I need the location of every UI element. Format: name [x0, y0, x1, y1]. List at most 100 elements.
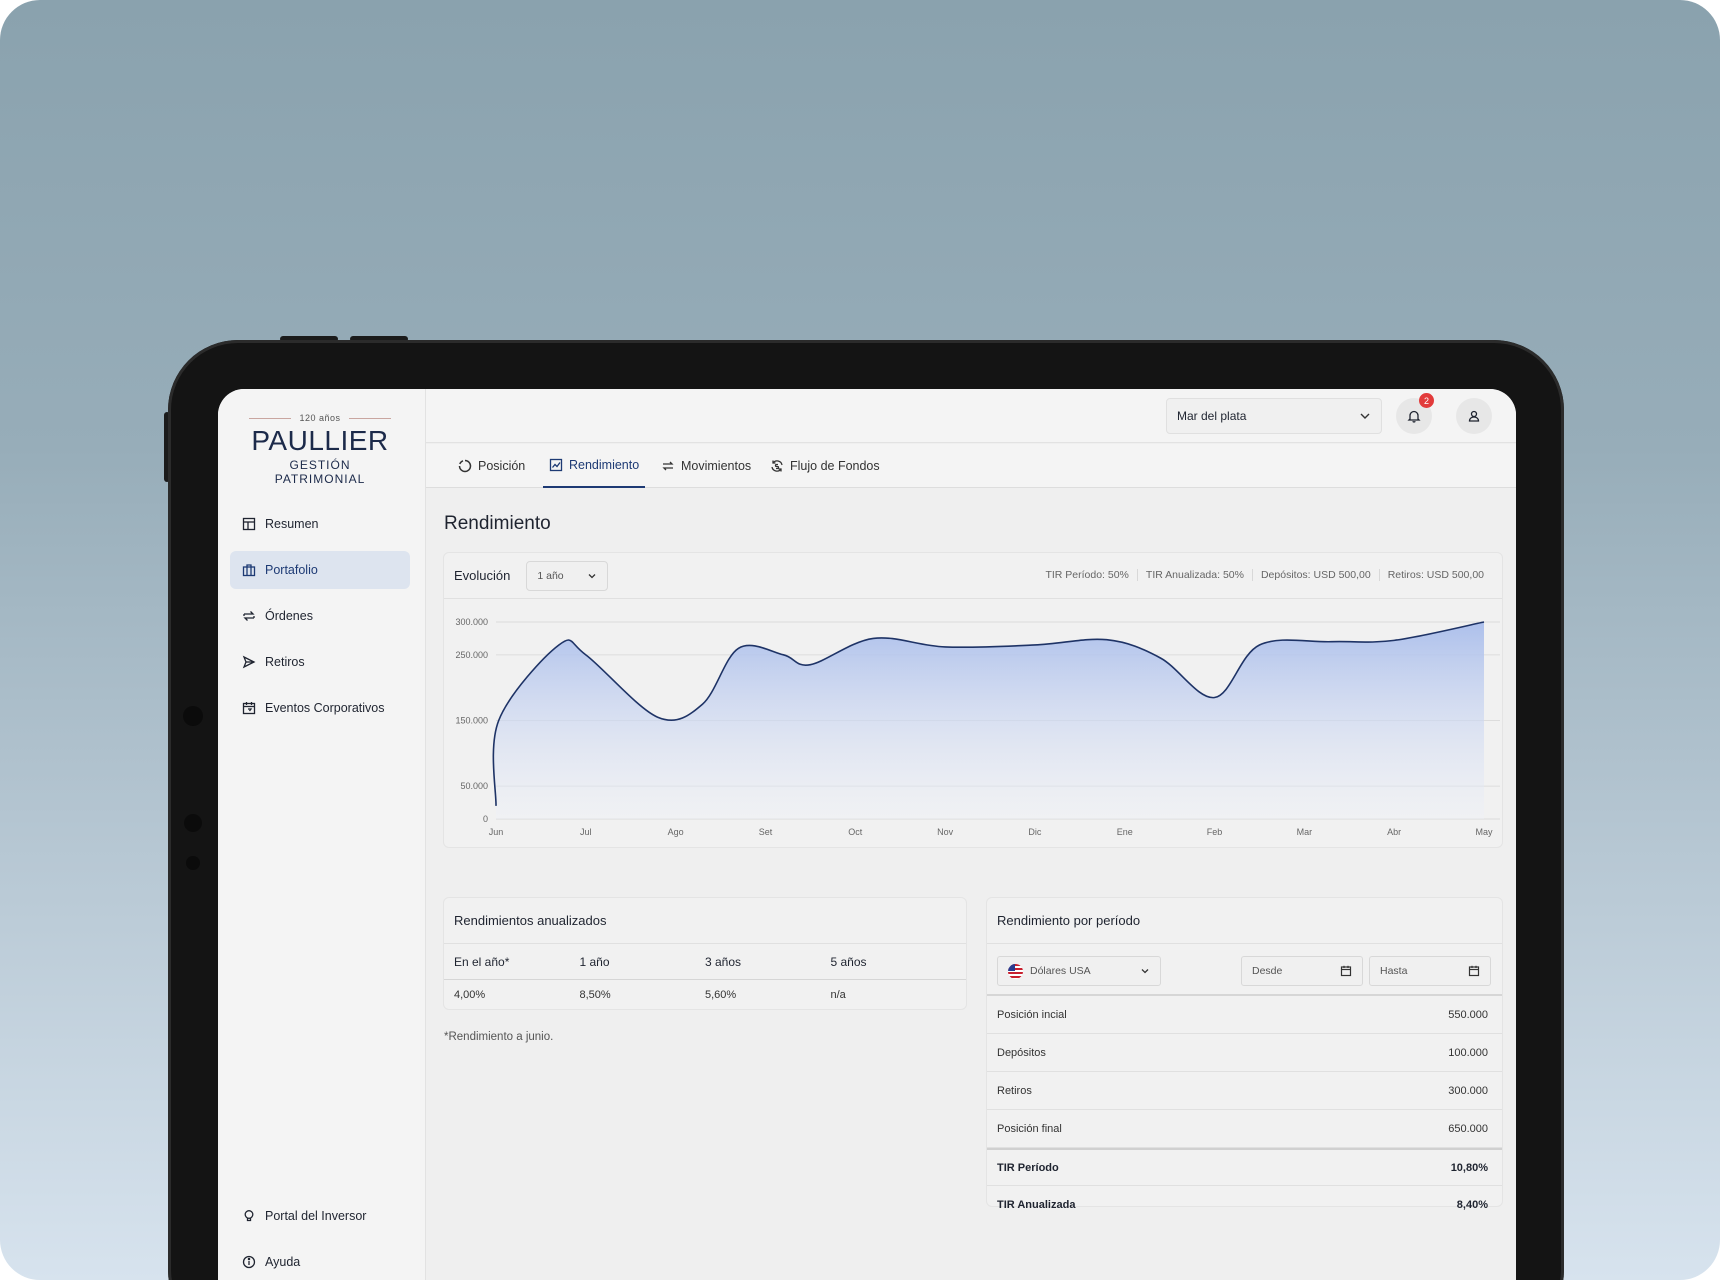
sidebar-item-eventos-corporativos[interactable]: Eventos Corporativos	[230, 689, 410, 727]
period-select[interactable]: 1 año	[526, 560, 609, 591]
tab-label: Flujo de Fondos	[790, 459, 880, 473]
period-select-value: 1 año	[537, 569, 564, 582]
column-header: 3 años	[705, 954, 742, 969]
annual-returns-header-row: En el año* 1 año 3 años 5 años	[444, 944, 966, 980]
evolution-card: Evolución 1 año TIR Período: 50% TIR Anu…	[443, 552, 1503, 848]
from-date-placeholder: Desde	[1252, 965, 1283, 977]
annual-returns-card: Rendimientos anualizados En el año* 1 añ…	[443, 897, 967, 1010]
table-row: Depósitos 100.000	[987, 1034, 1502, 1072]
refresh-dollar-icon	[771, 460, 783, 472]
sidebar-item-portal-inversor[interactable]: Portal del Inversor	[230, 1197, 410, 1235]
send-icon	[242, 655, 256, 669]
to-date-input[interactable]: Hasta	[1369, 956, 1491, 986]
table-row: 4,00% 8,50% 5,60% n/a	[444, 980, 966, 1010]
row-value: 550.000	[1448, 1008, 1488, 1021]
sidebar-item-label: Retiros	[265, 655, 305, 669]
tab-label: Movimientos	[681, 459, 752, 473]
tab-flujo-de-fondos[interactable]: Flujo de Fondos	[770, 444, 880, 488]
sidebar-item-resumen[interactable]: Resumen	[230, 505, 410, 543]
tab-label: Rendimiento	[569, 458, 640, 472]
row-value: 650.000	[1448, 1122, 1488, 1135]
notification-badge: 2	[1419, 393, 1434, 408]
brand-years: 120 años	[299, 413, 341, 423]
chevron-down-icon	[1141, 969, 1149, 974]
row-label: Retiros	[997, 1084, 1032, 1097]
table-cell: n/a	[830, 989, 846, 1001]
page-title: Rendimiento	[444, 513, 551, 534]
tab-movimientos[interactable]: Movimientos	[661, 444, 751, 488]
stat-tir-periodo: TIR Período: 50%	[1045, 569, 1129, 581]
sidebar-item-ordenes[interactable]: Órdenes	[230, 597, 410, 635]
section-tabs: Posición Rendimiento Movimientos Flujo d…	[426, 444, 1516, 488]
branch-select-value: Mar del plata	[1177, 409, 1247, 423]
evolution-title: Evolución	[454, 568, 511, 583]
app-screen: 120 años PAULLIER GESTIÓN PATRIMONIAL Re…	[218, 389, 1516, 1280]
row-value: 100.000	[1448, 1046, 1488, 1059]
chevron-down-icon	[1360, 413, 1370, 419]
top-bar: Mar del plata 2	[426, 389, 1516, 443]
chevron-down-icon	[588, 573, 596, 578]
to-date-placeholder: Hasta	[1380, 965, 1408, 977]
row-value: 10,80%	[1450, 1161, 1488, 1174]
row-label: Posición incial	[997, 1008, 1067, 1021]
y-tick-label: 150.000	[455, 716, 488, 726]
x-tick-label: Nov	[937, 827, 954, 837]
column-header: 5 años	[830, 954, 867, 969]
y-tick-label: 300.000	[455, 617, 488, 627]
currency-select[interactable]: Dólares USA	[997, 956, 1161, 986]
period-performance-title: Rendimiento por período	[997, 913, 1141, 928]
camera-dot	[184, 814, 202, 832]
user-menu-button[interactable]	[1456, 398, 1492, 434]
calendar-icon	[242, 702, 256, 715]
row-label: TIR Anualizada	[997, 1199, 1076, 1211]
tab-rendimiento[interactable]: Rendimiento	[543, 444, 646, 488]
notifications-button[interactable]: 2	[1396, 393, 1434, 434]
x-tick-label: Feb	[1207, 827, 1223, 837]
arrows-icon	[662, 461, 674, 471]
row-value: 8,40%	[1456, 1199, 1488, 1211]
calendar-icon	[1468, 965, 1480, 977]
branch-select[interactable]: Mar del plata	[1166, 398, 1382, 434]
evolution-card-header: Evolución 1 año TIR Período: 50% TIR Anu…	[444, 553, 1502, 599]
table-row: Posición final 650.000	[987, 1110, 1502, 1148]
x-tick-label: Set	[759, 827, 773, 837]
sidebar-item-label: Eventos Corporativos	[265, 701, 385, 715]
annual-returns-note: *Rendimiento a junio.	[444, 1031, 554, 1043]
briefcase-icon	[242, 564, 256, 577]
stat-depositos: Depósitos: USD 500,00	[1251, 569, 1379, 581]
column-header: 1 año	[579, 954, 610, 969]
y-tick-label: 0	[483, 814, 488, 824]
x-tick-label: Abr	[1387, 827, 1401, 837]
sidebar-item-label: Portafolio	[265, 563, 318, 577]
table-row: Posición incial 550.000	[987, 996, 1502, 1034]
x-tick-label: May	[1475, 827, 1493, 837]
lightbulb-icon	[244, 1210, 254, 1222]
x-tick-label: Jul	[580, 827, 592, 837]
us-flag-icon	[1008, 963, 1023, 979]
donut-icon	[458, 459, 472, 473]
sidebar-item-ayuda[interactable]: Ayuda	[230, 1243, 410, 1280]
y-tick-label: 50.000	[460, 781, 488, 791]
annual-returns-title: Rendimientos anualizados	[454, 913, 607, 928]
sidebar-item-label: Resumen	[265, 517, 319, 531]
sidebar-bottom-nav: Portal del Inversor Ayuda	[230, 1197, 410, 1280]
x-tick-label: Dic	[1028, 827, 1041, 837]
from-date-input[interactable]: Desde	[1241, 956, 1363, 986]
chart-icon	[549, 458, 563, 472]
row-value: 300.000	[1448, 1084, 1488, 1097]
x-tick-label: Jun	[489, 827, 504, 837]
column-header: En el año*	[454, 954, 510, 969]
x-tick-label: Ago	[668, 827, 684, 837]
sidebar-item-retiros[interactable]: Retiros	[230, 643, 410, 681]
table-cell: 4,00%	[454, 989, 486, 1001]
evolution-chart: 300.000 250.000 150.000 50.000 0Jun Jul Ago Set…	[455, 617, 1500, 837]
period-filters: Dólares USA Desde Hasta	[987, 944, 1502, 996]
brand-subtitle: GESTIÓN PATRIMONIAL	[274, 458, 366, 486]
row-label: TIR Período	[997, 1161, 1059, 1174]
series-area	[493, 622, 1485, 819]
x-tick-label: Ene	[1117, 827, 1133, 837]
brand-logo[interactable]: 120 años PAULLIER GESTIÓN PATRIMONIAL	[246, 413, 394, 486]
info-icon	[242, 1255, 256, 1269]
tab-posicion[interactable]: Posición	[458, 444, 525, 488]
sidebar-item-portafolio[interactable]: Portafolio	[230, 551, 410, 589]
